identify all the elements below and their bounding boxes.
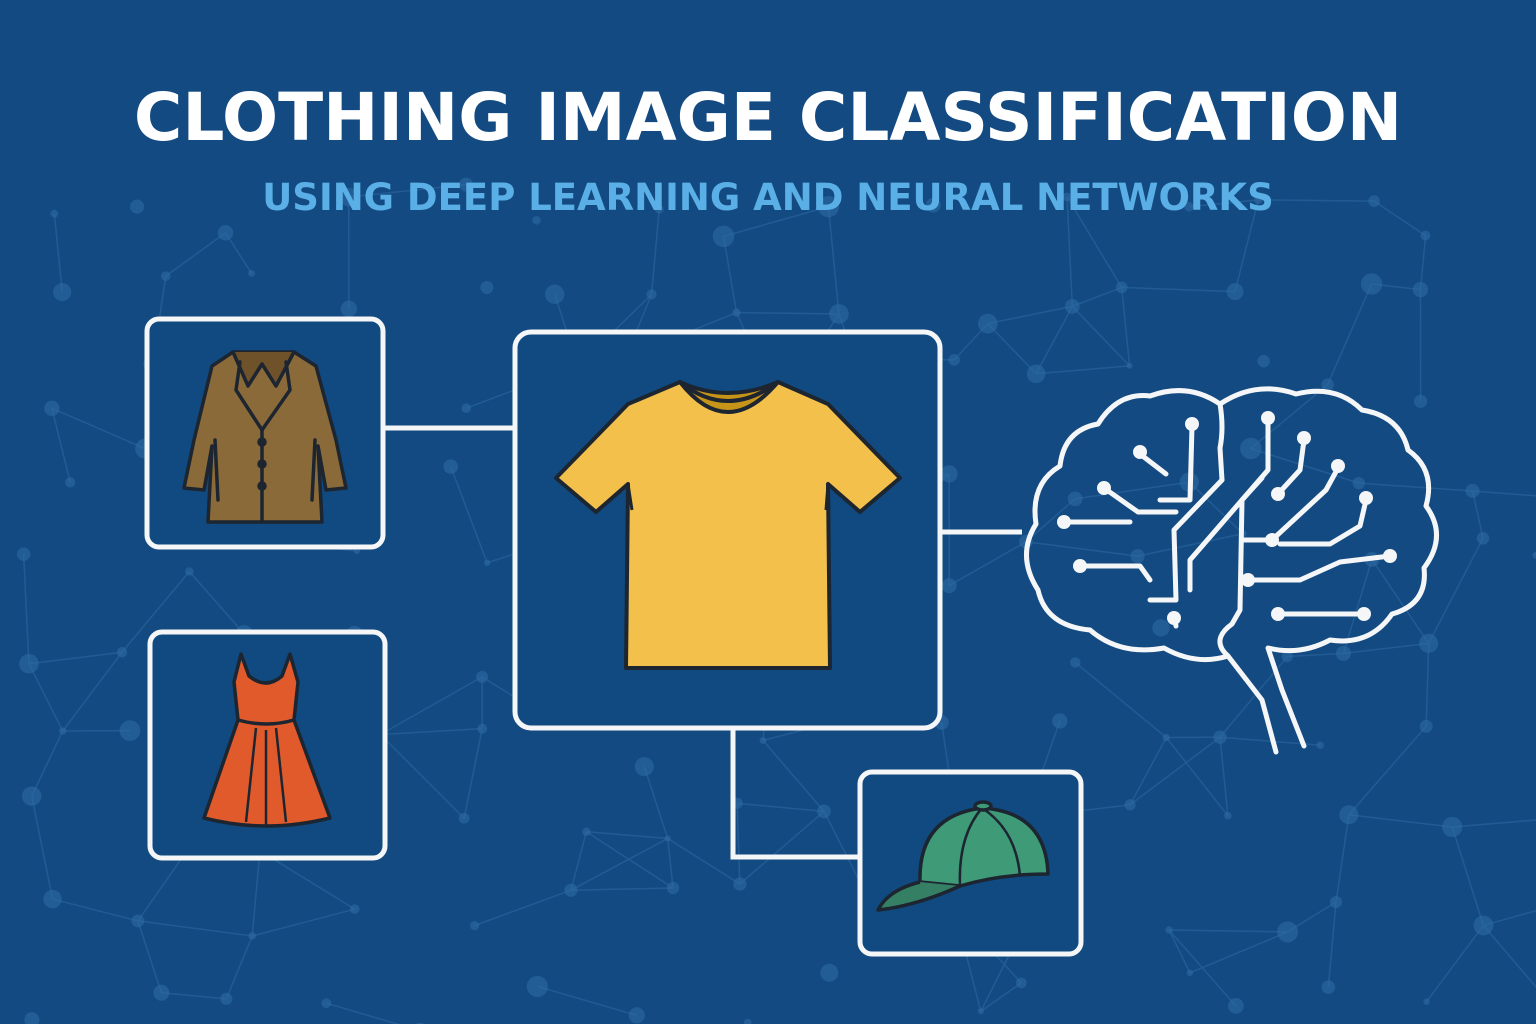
classification-diagram: [144, 316, 1439, 957]
coat-box: [144, 316, 386, 550]
dress-box: [147, 629, 388, 861]
tshirt-box: [512, 329, 943, 731]
brain-circuit-icon: [1024, 386, 1439, 755]
cap-box: [857, 769, 1084, 957]
connector-tshirt-cap: [730, 728, 860, 860]
